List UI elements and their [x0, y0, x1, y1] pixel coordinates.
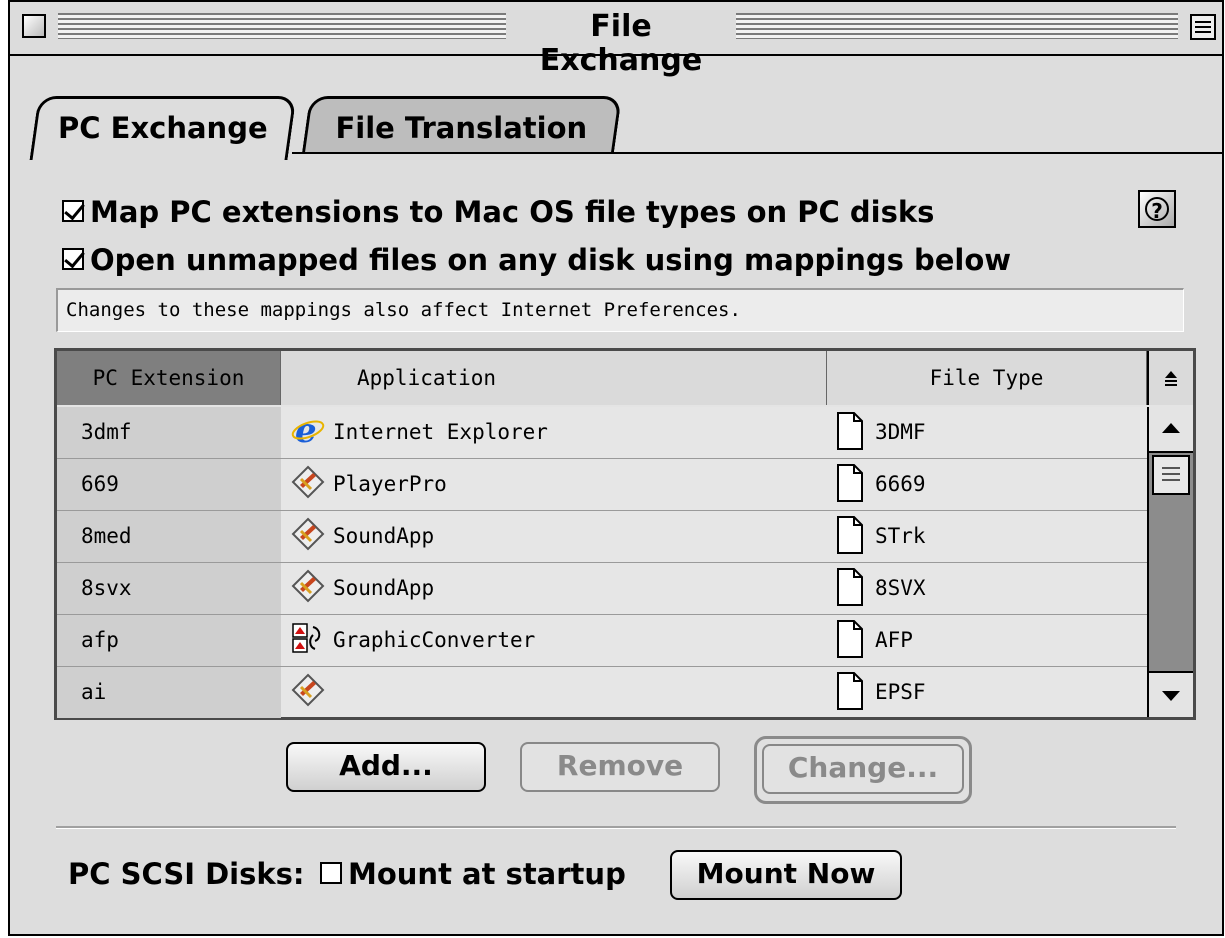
file-type-cell: STrk — [837, 511, 1137, 562]
document-icon — [837, 568, 863, 606]
mount-now-button[interactable]: Mount Now — [670, 850, 902, 900]
file-type-cell: 3DMF — [837, 407, 1137, 458]
open-unmapped-checkbox[interactable] — [62, 248, 84, 270]
sort-direction-icon[interactable] — [1147, 351, 1193, 405]
vertical-scrollbar[interactable] — [1147, 407, 1193, 717]
tab-file-translation-label: File Translation — [335, 111, 588, 145]
map-extensions-label: Map PC extensions to Mac OS file types o… — [90, 195, 935, 229]
pc-extension-cell: 8svx — [57, 563, 281, 614]
table-row[interactable]: 8svx SoundApp 8SVX — [57, 563, 1147, 615]
internet-explorer-icon: e — [291, 413, 325, 447]
separator — [56, 826, 1176, 829]
document-icon — [837, 412, 863, 450]
playerpro-icon — [291, 465, 325, 499]
help-icon: ? — [1145, 197, 1169, 223]
table-row[interactable]: 669 PlayerPro 6669 — [57, 459, 1147, 511]
application-cell: e Internet Explorer — [291, 407, 811, 458]
soundapp-icon — [291, 569, 325, 603]
column-header-pc-extension[interactable]: PC Extension — [57, 351, 281, 405]
change-button[interactable]: Change... — [762, 744, 964, 794]
file-type-cell: 8SVX — [837, 563, 1137, 614]
document-icon — [837, 620, 863, 658]
application-name: Internet Explorer — [333, 420, 548, 444]
pc-extension-cell: ai — [57, 667, 281, 718]
document-icon — [837, 672, 863, 710]
column-header-file-type[interactable]: File Type — [827, 351, 1147, 405]
table-body: 3dmf e Internet Explorer 3DMF 669 Player… — [57, 407, 1147, 719]
table-row[interactable]: 8med SoundApp STrk — [57, 511, 1147, 563]
tab-pc-exchange-label: PC Exchange — [58, 111, 268, 145]
mappings-notice: Changes to these mappings also affect In… — [56, 288, 1184, 332]
extension-mapping-table: PC Extension Application File Type 3dmf … — [54, 348, 1196, 720]
file-type-value: 3DMF — [875, 420, 926, 444]
mount-at-startup-label: Mount at startup — [348, 857, 626, 891]
application-cell: SoundApp — [291, 563, 811, 614]
file-exchange-window: File Exchange File Translation PC Exchan… — [8, 0, 1224, 936]
application-cell: PlayerPro — [291, 459, 811, 510]
mount-at-startup-option[interactable]: Mount at startup — [320, 852, 626, 896]
file-type-value: 8SVX — [875, 576, 926, 600]
graphicconverter-icon — [292, 623, 321, 653]
document-icon — [837, 464, 863, 502]
pc-extension-cell: 8med — [57, 511, 281, 562]
file-type-cell: AFP — [837, 615, 1137, 666]
application-name: PlayerPro — [333, 472, 447, 496]
add-button[interactable]: Add... — [286, 742, 486, 792]
soundapp-icon — [291, 517, 325, 551]
application-cell — [291, 667, 811, 718]
generic-app-icon — [291, 673, 325, 707]
pc-scsi-disks-label: PC SCSI Disks: — [68, 857, 305, 891]
open-unmapped-label: Open unmapped files on any disk using ma… — [90, 243, 1012, 277]
document-icon — [837, 516, 863, 554]
file-type-value: STrk — [875, 524, 926, 548]
collapse-box-icon[interactable] — [1190, 14, 1216, 40]
file-type-value: AFP — [875, 628, 913, 652]
mount-at-startup-checkbox[interactable] — [320, 862, 342, 884]
tab-file-translation[interactable]: File Translation — [302, 96, 622, 152]
file-type-cell: 6669 — [837, 459, 1137, 510]
close-box-icon[interactable] — [22, 14, 46, 38]
scroll-down-arrow-icon[interactable] — [1149, 671, 1193, 717]
tab-pc-exchange[interactable]: PC Exchange — [29, 96, 297, 160]
pc-extension-cell: 3dmf — [57, 407, 281, 458]
svg-text:e: e — [295, 413, 317, 447]
map-extensions-option[interactable]: Map PC extensions to Mac OS file types o… — [62, 192, 934, 232]
application-name: GraphicConverter — [333, 628, 536, 652]
table-header: PC Extension Application File Type — [57, 351, 1193, 409]
tab-bar: File Translation PC Exchange — [10, 56, 1222, 160]
scroll-up-arrow-icon[interactable] — [1149, 407, 1193, 453]
file-type-cell: EPSF — [837, 667, 1137, 718]
pc-extension-cell: 669 — [57, 459, 281, 510]
application-name: SoundApp — [333, 524, 435, 548]
remove-button[interactable]: Remove — [520, 742, 720, 792]
table-row[interactable]: 3dmf e Internet Explorer 3DMF — [57, 407, 1147, 459]
pc-extension-cell: afp — [57, 615, 281, 666]
file-type-value: 6669 — [875, 472, 926, 496]
application-name: SoundApp — [333, 576, 435, 600]
file-type-value: EPSF — [875, 680, 926, 704]
application-cell: GraphicConverter — [291, 615, 811, 666]
window-title: File Exchange — [506, 10, 736, 78]
open-unmapped-option[interactable]: Open unmapped files on any disk using ma… — [62, 240, 1011, 280]
table-row[interactable]: afp GraphicConverter AFP — [57, 615, 1147, 667]
application-cell: SoundApp — [291, 511, 811, 562]
title-bar[interactable]: File Exchange — [10, 2, 1222, 78]
column-header-application[interactable]: Application — [281, 351, 827, 405]
table-row[interactable]: ai EPSF — [57, 667, 1147, 719]
scroll-thumb[interactable] — [1152, 455, 1190, 495]
map-extensions-checkbox[interactable] — [62, 200, 84, 222]
tab-divider — [292, 152, 1222, 154]
help-button[interactable]: ? — [1138, 190, 1176, 228]
